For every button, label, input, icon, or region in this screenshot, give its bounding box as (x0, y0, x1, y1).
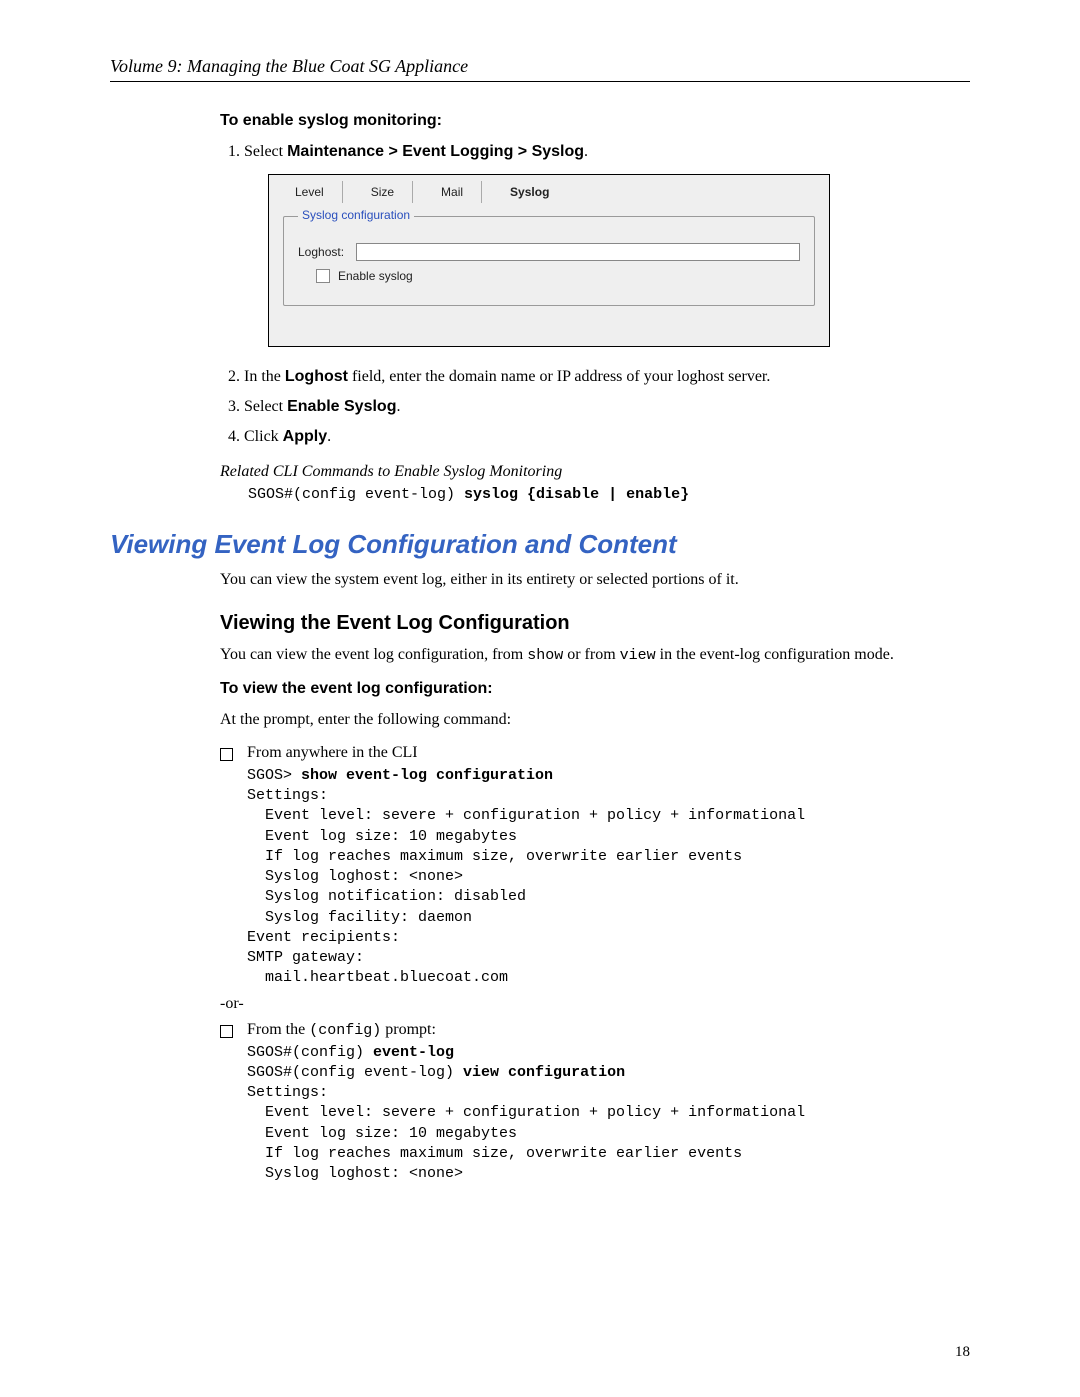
step-1-text: Select (244, 143, 287, 160)
content-body: To enable syslog monitoring: Select Main… (220, 112, 970, 505)
loghost-label: Loghost: (298, 243, 348, 261)
cli-block-1: SGOS> show event-log configuration Setti… (247, 766, 970, 989)
related-cli-command: SGOS#(config event-log) syslog {disable … (248, 485, 970, 505)
tab-bar: Level Size Mail Syslog (269, 175, 829, 203)
square-bullet-icon (220, 748, 233, 761)
heading-to-view-config: To view the event log configuration: (220, 680, 970, 698)
bullet2-label: From the (config) prompt: (247, 1021, 970, 1039)
section2-body: You can view the system event log, eithe… (220, 568, 970, 1184)
section3-intro: You can view the event log configuration… (220, 643, 970, 668)
syslog-config-screenshot: Level Size Mail Syslog Syslog configurat… (268, 174, 830, 347)
tab-size[interactable]: Size (353, 181, 413, 203)
enable-syslog-steps: Select Maintenance > Event Logging > Sys… (220, 140, 970, 449)
step-1: Select Maintenance > Event Logging > Sys… (244, 140, 970, 347)
heading-enable-syslog: To enable syslog monitoring: (220, 112, 970, 130)
loghost-input[interactable] (356, 243, 800, 261)
prompt-intro: At the prompt, enter the following comma… (220, 708, 970, 732)
cli-option-anywhere: From anywhere in the CLI SGOS> show even… (220, 744, 970, 989)
enable-syslog-checkbox-label: Enable syslog (338, 267, 413, 285)
step-2: In the Loghost field, enter the domain n… (244, 365, 970, 389)
subheading-viewing-event-log-config: Viewing the Event Log Configuration (220, 612, 970, 635)
step-3: Select Enable Syslog. (244, 395, 970, 419)
related-cli-heading: Related CLI Commands to Enable Syslog Mo… (220, 463, 970, 481)
cli-options-list: From anywhere in the CLI SGOS> show even… (220, 744, 970, 989)
bullet1-label: From anywhere in the CLI (247, 744, 970, 762)
syslog-fieldset: Syslog configuration Loghost: Enable sys… (283, 207, 815, 306)
cli-options-list-2: From the (config) prompt: SGOS#(config) … (220, 1021, 970, 1185)
enable-syslog-row: Enable syslog (316, 267, 800, 285)
tab-level[interactable]: Level (277, 181, 343, 203)
page-number: 18 (955, 1344, 970, 1361)
step-4: Click Apply. (244, 425, 970, 449)
step-1-path: Maintenance > Event Logging > Syslog (287, 143, 584, 160)
section-viewing-config-content: Viewing Event Log Configuration and Cont… (110, 529, 970, 560)
tab-mail[interactable]: Mail (423, 181, 482, 203)
tab-syslog[interactable]: Syslog (492, 181, 567, 203)
loghost-row: Loghost: (298, 243, 800, 261)
syslog-fieldset-legend: Syslog configuration (298, 206, 414, 224)
or-separator: -or- (220, 995, 970, 1013)
page-container: Volume 9: Managing the Blue Coat SG Appl… (0, 0, 1080, 1397)
square-bullet-icon (220, 1025, 233, 1038)
enable-syslog-checkbox[interactable] (316, 269, 330, 283)
cli-block-2: SGOS#(config) event-log SGOS#(config eve… (247, 1043, 970, 1185)
running-header: Volume 9: Managing the Blue Coat SG Appl… (110, 56, 970, 82)
section2-intro: You can view the system event log, eithe… (220, 568, 970, 592)
cli-option-config-prompt: From the (config) prompt: SGOS#(config) … (220, 1021, 970, 1185)
